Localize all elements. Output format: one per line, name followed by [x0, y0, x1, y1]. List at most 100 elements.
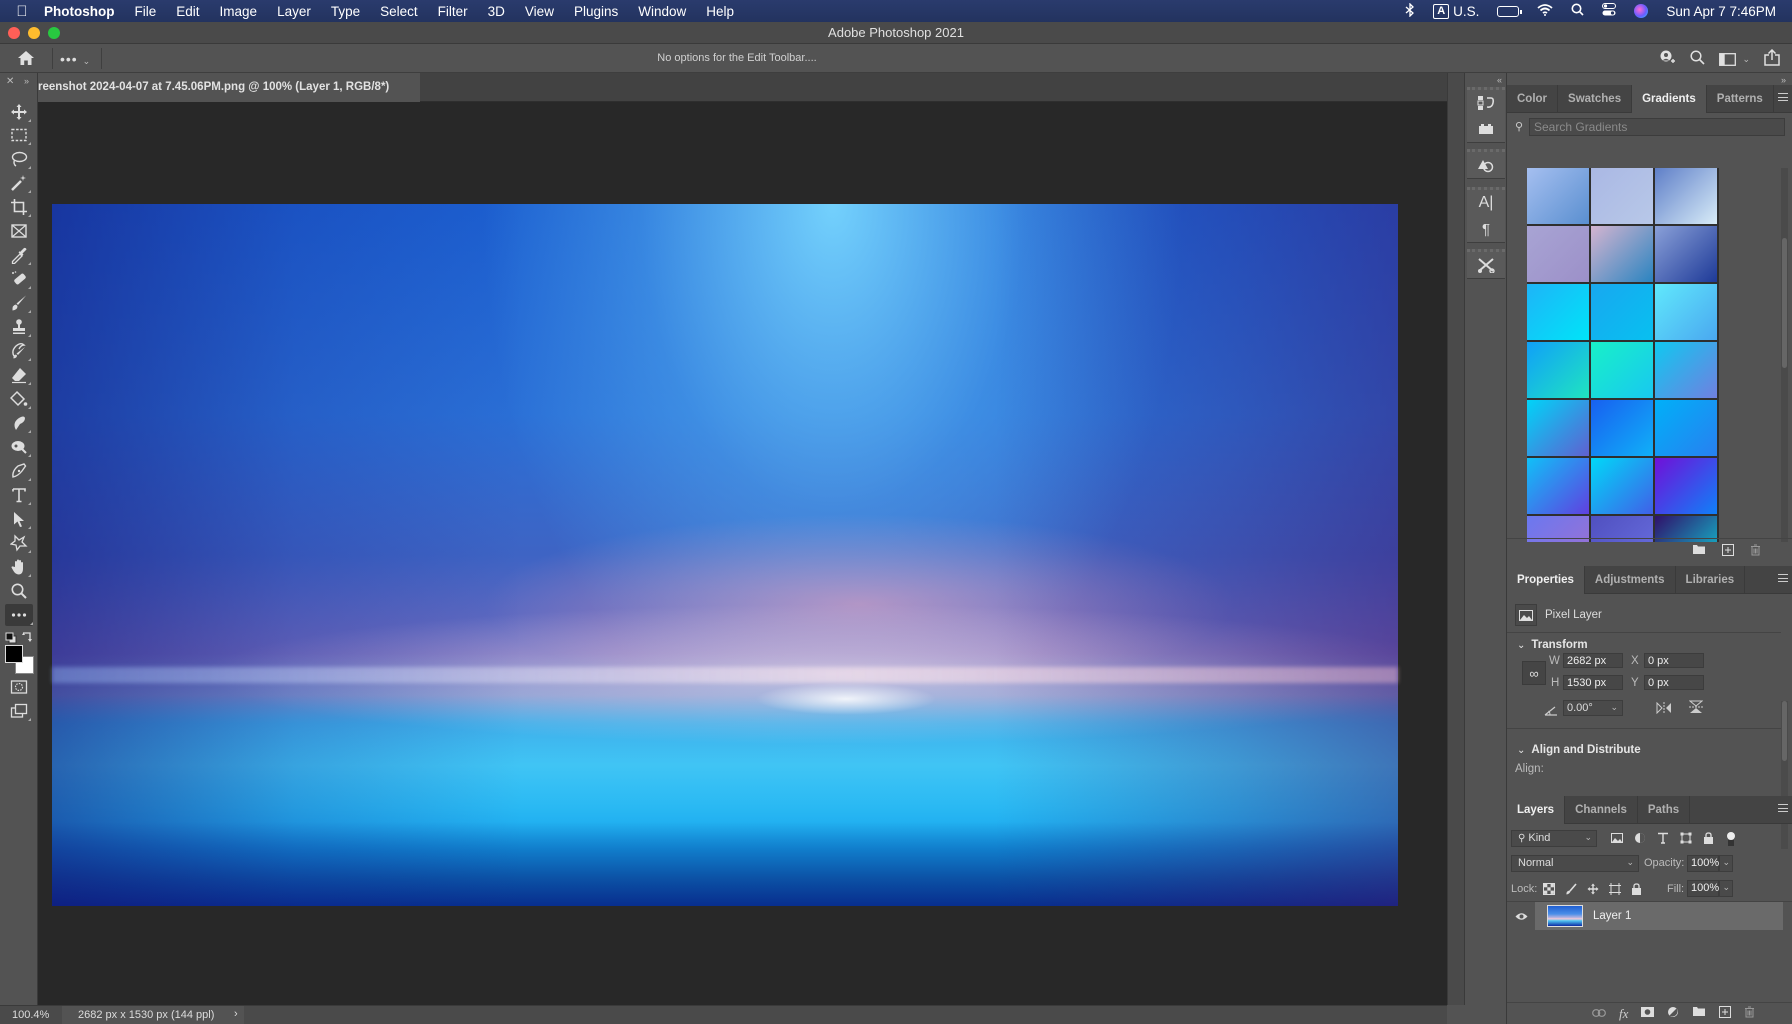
fill-slider-button[interactable]: ⌄: [1719, 880, 1733, 897]
new-layer-icon[interactable]: [1719, 1006, 1732, 1022]
lock-image-pixels-icon[interactable]: [1565, 883, 1577, 898]
siri-icon[interactable]: [1634, 4, 1649, 18]
menu-plugins[interactable]: Plugins: [574, 4, 618, 19]
menu-view[interactable]: View: [525, 4, 554, 19]
lock-transparent-pixels-icon[interactable]: [1543, 883, 1555, 898]
lock-position-icon[interactable]: [1587, 883, 1599, 898]
battery-charging-icon[interactable]: [1497, 5, 1523, 17]
shapes-panel-icon[interactable]: [1467, 152, 1505, 178]
gradient-swatch[interactable]: [1591, 400, 1653, 456]
zoom-level[interactable]: 100.4%: [12, 1009, 49, 1021]
gradient-swatch[interactable]: [1591, 284, 1653, 340]
new-group-icon[interactable]: [1692, 544, 1706, 559]
scrollbar-thumb[interactable]: [1782, 238, 1787, 368]
flip-vertical-icon[interactable]: [1688, 700, 1704, 719]
history-brush-tool[interactable]: [7, 340, 31, 362]
paint-bucket-tool[interactable]: [7, 388, 31, 410]
magic-wand-tool[interactable]: [7, 172, 31, 194]
tab-adjustments[interactable]: Adjustments: [1585, 566, 1676, 594]
filter-pixel-icon[interactable]: [1611, 832, 1623, 849]
y-position-field[interactable]: 0 px: [1644, 675, 1704, 690]
gradient-swatch[interactable]: [1591, 226, 1653, 282]
layer-filter-kind-select[interactable]: ⚲ Kind ⌄: [1511, 830, 1597, 847]
smudge-tool[interactable]: [7, 412, 31, 434]
document-tab[interactable]: reenshot 2024-04-07 at 7.45.06PM.png @ 1…: [38, 73, 420, 102]
menu-edit[interactable]: Edit: [176, 4, 199, 19]
new-group-icon[interactable]: [1692, 1006, 1706, 1022]
canvas-vertical-scrollbar[interactable]: [1447, 73, 1465, 1005]
gradient-swatch[interactable]: [1655, 226, 1717, 282]
tab-layers[interactable]: Layers: [1507, 796, 1566, 824]
panel-menu-icon[interactable]: [1778, 574, 1788, 582]
layer-visibility-toggle[interactable]: [1515, 910, 1528, 924]
panel-menu-icon[interactable]: [1778, 93, 1788, 101]
history-panel-icon[interactable]: [1467, 90, 1505, 116]
opacity-slider-button[interactable]: ⌄: [1719, 855, 1733, 872]
filter-toggle-icon[interactable]: [1726, 832, 1736, 849]
share-export-icon[interactable]: [1764, 48, 1780, 69]
wifi-icon[interactable]: [1537, 3, 1554, 19]
layer-mask-icon[interactable]: [1641, 1006, 1655, 1022]
delete-icon[interactable]: [1744, 1006, 1755, 1022]
gradient-swatch[interactable]: [1527, 226, 1589, 282]
height-field[interactable]: 1530 px: [1563, 675, 1623, 690]
screen-mode-button[interactable]: [7, 700, 31, 722]
character-panel-icon[interactable]: A|: [1467, 190, 1505, 216]
document-info[interactable]: 2682 px x 1530 px (144 ppl): [62, 1006, 244, 1024]
search-icon[interactable]: [1690, 50, 1706, 68]
opacity-field[interactable]: 100%: [1687, 855, 1719, 872]
gradient-swatch[interactable]: [1527, 284, 1589, 340]
menu-filter[interactable]: Filter: [438, 4, 468, 19]
filter-type-icon[interactable]: [1657, 832, 1669, 849]
menu-help[interactable]: Help: [706, 4, 734, 19]
align-section-toggle[interactable]: ⌄ Align and Distribute: [1517, 744, 1641, 756]
clone-stamp-tool[interactable]: [7, 316, 31, 338]
link-dimensions-button[interactable]: ∞: [1522, 661, 1546, 685]
filter-smart-object-icon[interactable]: [1703, 832, 1715, 849]
menu-type[interactable]: Type: [331, 4, 360, 19]
control-center-icon[interactable]: [1602, 3, 1617, 19]
quick-mask-button[interactable]: [7, 676, 31, 698]
edit-toolbar-button[interactable]: [5, 604, 33, 626]
gradient-swatch[interactable]: [1655, 168, 1717, 224]
lock-artboard-icon[interactable]: [1609, 883, 1621, 898]
link-layers-icon[interactable]: [1592, 1006, 1606, 1022]
menu-layer[interactable]: Layer: [277, 4, 311, 19]
close-panel-icon[interactable]: ✕: [6, 76, 14, 87]
tab-patterns[interactable]: Patterns: [1707, 85, 1774, 113]
gradient-swatch[interactable]: [1527, 342, 1589, 398]
tab-libraries[interactable]: Libraries: [1676, 566, 1746, 594]
blend-mode-select[interactable]: Normal ⌄: [1511, 855, 1639, 872]
status-menu-arrow-icon[interactable]: ›: [234, 1008, 238, 1020]
input-source-menu[interactable]: A U.S.: [1433, 3, 1479, 19]
gradient-swatch[interactable]: [1655, 284, 1717, 340]
menubar-clock[interactable]: Sun Apr 7 7:46PM: [1666, 4, 1776, 19]
expand-tools-icon[interactable]: »: [24, 76, 29, 86]
workspace-switcher-button[interactable]: ⌄: [1719, 52, 1750, 66]
plugins-panel-icon[interactable]: [1467, 116, 1505, 142]
tab-properties[interactable]: Properties: [1507, 566, 1585, 594]
layer-name[interactable]: Layer 1: [1593, 910, 1631, 922]
gradient-search-input[interactable]: [1529, 118, 1785, 136]
gradient-swatch[interactable]: [1591, 342, 1653, 398]
crop-tool[interactable]: [7, 196, 31, 218]
filter-shape-icon[interactable]: [1680, 832, 1692, 849]
transform-section-toggle[interactable]: ⌄ Transform: [1517, 639, 1588, 651]
gradient-swatch[interactable]: [1527, 168, 1589, 224]
menu-app-name[interactable]: Photoshop: [44, 4, 115, 19]
paragraph-panel-icon[interactable]: ¶: [1467, 216, 1505, 242]
eyedropper-tool[interactable]: [7, 244, 31, 266]
collapse-panels-icon[interactable]: «: [1497, 75, 1502, 85]
tab-swatches[interactable]: Swatches: [1558, 85, 1633, 113]
gradient-swatch[interactable]: [1591, 458, 1653, 514]
panel-menu-icon[interactable]: [1778, 804, 1788, 812]
x-position-field[interactable]: 0 px: [1644, 653, 1704, 668]
menu-window[interactable]: Window: [638, 4, 686, 19]
frame-tool[interactable]: [7, 220, 31, 242]
tab-color[interactable]: Color: [1507, 85, 1559, 113]
width-field[interactable]: 2682 px: [1563, 653, 1623, 668]
rotation-angle-field[interactable]: 0.00° ⌄: [1563, 700, 1623, 716]
menu-select[interactable]: Select: [380, 4, 418, 19]
eraser-tool[interactable]: [7, 364, 31, 386]
gradient-swatch[interactable]: [1527, 458, 1589, 514]
